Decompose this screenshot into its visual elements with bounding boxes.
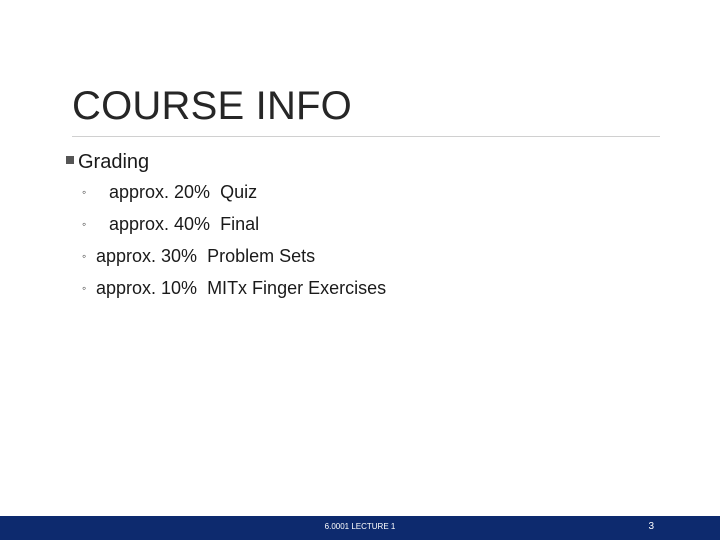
bullet-grading: Grading [66,148,656,176]
sub-bullet-text: approx. 20% Quiz [104,181,258,202]
sub-bullet-text: approx. 10% MITx Finger Exercises [96,277,387,298]
sub-bullet-final: ◦ approx. 40% Final [82,208,656,240]
sub-bullet-text: approx. 40% Final [104,213,260,234]
sub-bullet-problem-sets: ◦ approx. 30% Problem Sets [82,240,656,272]
circle-bullet-icon: ◦ [82,249,87,263]
circle-bullet-icon: ◦ [82,281,87,295]
footer-label: 6.0001 LECTURE 1 [324,522,396,531]
sub-bullet-text: approx. 30% Problem Sets [96,245,316,266]
page-number: 3 [648,521,654,532]
slide-body: Grading ◦ approx. 20% Quiz ◦ approx. 40%… [66,148,656,304]
sub-bullet-quiz: ◦ approx. 20% Quiz [82,176,656,208]
circle-bullet-icon: ◦ [82,217,87,231]
slide: COURSE INFO Grading ◦ approx. 20% Quiz ◦… [0,0,720,540]
sub-bullet-finger-exercises: ◦ approx. 10% MITx Finger Exercises [82,272,656,304]
circle-bullet-icon: ◦ [82,185,87,199]
title-divider [72,136,660,137]
square-bullet-icon [66,156,74,164]
bullet-text: Grading [78,150,150,173]
footer-bar: 6.0001 LECTURE 1 3 [0,516,720,540]
slide-title: COURSE INFO [72,84,352,128]
